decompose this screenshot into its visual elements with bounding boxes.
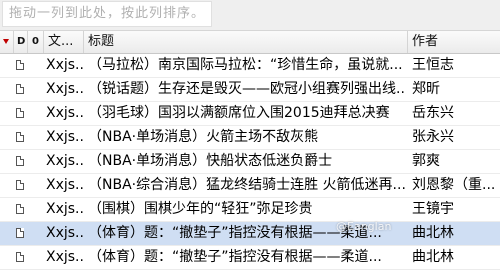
attachment-cell bbox=[28, 54, 44, 77]
document-icon bbox=[14, 198, 28, 221]
attachment-cell bbox=[28, 246, 44, 269]
row-marker bbox=[0, 174, 10, 197]
cell-author: 郭爽 bbox=[412, 153, 440, 169]
cell-author: 刘恩黎（重... bbox=[412, 177, 496, 193]
table-row[interactable]: Xxjs...（NBA·单场消息）火箭主场不敌灰熊 张永兴 bbox=[0, 126, 500, 150]
attachment-cell bbox=[28, 102, 44, 125]
cell-from: Xxjs... bbox=[46, 153, 84, 169]
table-row[interactable]: Xxjs...（体育）题：“撤垫子”指控没有根据——柔道...曲北林 bbox=[0, 222, 500, 246]
table-row[interactable]: Xxjs...（NBA·综合消息）猛龙终结骑士连胜 火箭低迷再... 刘恩黎（重.… bbox=[0, 174, 500, 198]
column-header-title[interactable]: 标题 bbox=[84, 31, 408, 53]
cell-from: Xxjs... bbox=[46, 105, 84, 121]
column-header-row: D 0 文... 标题 作者 bbox=[0, 30, 500, 54]
cell-author: 王恒志 bbox=[412, 57, 454, 73]
table-row[interactable]: Xxjs...（围棋）围棋少年的“轻狂”弥足珍贵 王镜宇 bbox=[0, 198, 500, 222]
row-marker bbox=[0, 246, 10, 269]
document-icon bbox=[14, 102, 28, 125]
cell-title: （体育）题：“撤垫子”指控没有根据——柔道... bbox=[88, 249, 382, 265]
row-marker bbox=[0, 126, 10, 149]
watermark: @Eanglan bbox=[336, 220, 392, 233]
column-header-author[interactable]: 作者 bbox=[408, 31, 500, 53]
cell-from: Xxjs... bbox=[46, 81, 84, 97]
row-marker bbox=[0, 54, 10, 77]
row-marker bbox=[0, 198, 10, 221]
cell-title: （马拉松）南京国际马拉松：“珍惜生命，虽说就... bbox=[88, 57, 403, 73]
attachment-cell bbox=[28, 222, 44, 245]
cell-from: Xxjs... bbox=[46, 249, 84, 265]
sort-descending-icon bbox=[3, 39, 9, 44]
cell-from: Xxjs... bbox=[46, 177, 84, 193]
cell-title: （锐话题）生存还是毁灭——欧冠小组赛列强出线... bbox=[88, 81, 406, 97]
message-rows: Xxjs...（马拉松）南京国际马拉松：“珍惜生命，虽说就...王恒志Xxjs.… bbox=[0, 54, 500, 270]
group-by-bar[interactable]: 拖动一列到此处，按此列排序。 bbox=[0, 0, 500, 30]
message-list[interactable]: D 0 文... 标题 作者 Xxjs...（马拉松）南京国际马拉松：“珍惜生命… bbox=[0, 30, 500, 270]
cell-from: Xxjs... bbox=[46, 129, 84, 145]
cell-from: Xxjs... bbox=[46, 225, 84, 241]
cell-from: Xxjs... bbox=[46, 201, 84, 217]
column-header-icon[interactable]: D bbox=[14, 31, 28, 53]
table-row[interactable]: Xxjs...（NBA·单场消息）快船状态低迷负爵士 郭爽 bbox=[0, 150, 500, 174]
table-row[interactable]: Xxjs...（锐话题）生存还是毁灭——欧冠小组赛列强出线... 郑昕 bbox=[0, 78, 500, 102]
cell-author: 张永兴 bbox=[412, 129, 454, 145]
cell-author: 岳东兴 bbox=[412, 105, 454, 121]
document-icon bbox=[14, 222, 28, 245]
document-icon bbox=[14, 150, 28, 173]
cell-from: Xxjs... bbox=[46, 57, 84, 73]
cell-title: （NBA·单场消息）快船状态低迷负爵士 bbox=[88, 153, 333, 169]
row-marker bbox=[0, 222, 10, 245]
sort-indicator-header[interactable] bbox=[0, 31, 14, 53]
table-row[interactable]: Xxjs...（马拉松）南京国际马拉松：“珍惜生命，虽说就... 王恒志 bbox=[0, 54, 500, 78]
document-icon bbox=[14, 126, 28, 149]
document-icon bbox=[14, 78, 28, 101]
row-marker bbox=[0, 150, 10, 173]
attachment-cell bbox=[28, 78, 44, 101]
cell-author: 曲北林 bbox=[412, 249, 454, 265]
attachment-cell bbox=[28, 198, 44, 221]
table-row[interactable]: Xxjs...（羽毛球）国羽以满额席位入围2015迪拜总决赛 岳东兴 bbox=[0, 102, 500, 126]
cell-title: （NBA·综合消息）猛龙终结骑士连胜 火箭低迷再... bbox=[88, 177, 406, 193]
cell-author: 王镜宇 bbox=[412, 201, 454, 217]
column-header-attachment[interactable]: 0 bbox=[28, 31, 44, 53]
column-header-from[interactable]: 文... bbox=[44, 31, 84, 53]
cell-author: 曲北林 bbox=[412, 225, 454, 241]
attachment-cell bbox=[28, 150, 44, 173]
attachment-cell bbox=[28, 126, 44, 149]
group-by-hint: 拖动一列到此处，按此列排序。 bbox=[2, 1, 213, 27]
cell-title: （羽毛球）国羽以满额席位入围2015迪拜总决赛 bbox=[88, 105, 390, 121]
document-icon bbox=[14, 174, 28, 197]
table-row[interactable]: Xxjs...（体育）题：“撤垫子”指控没有根据——柔道... 曲北林 bbox=[0, 246, 500, 270]
document-icon bbox=[14, 246, 28, 269]
cell-author: 郑昕 bbox=[412, 81, 440, 97]
cell-title: （NBA·单场消息）火箭主场不敌灰熊 bbox=[88, 129, 319, 145]
row-marker bbox=[0, 78, 10, 101]
cell-title: （围棋）围棋少年的“轻狂”弥足珍贵 bbox=[88, 201, 313, 217]
attachment-cell bbox=[28, 174, 44, 197]
row-marker bbox=[0, 102, 10, 125]
document-icon bbox=[14, 54, 28, 77]
